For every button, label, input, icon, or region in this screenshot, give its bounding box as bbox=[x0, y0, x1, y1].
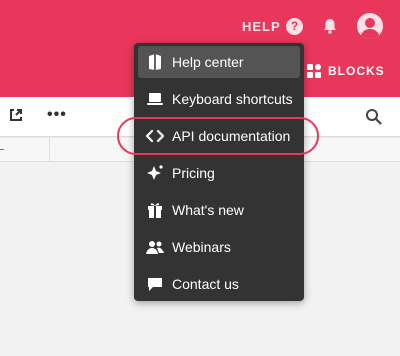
help-link[interactable]: HELP bbox=[242, 19, 281, 34]
chat-icon bbox=[144, 275, 166, 293]
blocks-icon bbox=[307, 64, 321, 78]
menu-item-webinars[interactable]: Webinars bbox=[138, 231, 300, 263]
menu-item-label: Webinars bbox=[172, 239, 231, 255]
menu-item-help-center[interactable]: Help center bbox=[138, 46, 300, 78]
avatar[interactable] bbox=[357, 13, 383, 39]
expand-icon[interactable] bbox=[8, 107, 24, 123]
blocks-button[interactable]: BLOCKS bbox=[306, 62, 385, 80]
blocks-label: BLOCKS bbox=[328, 64, 385, 78]
menu-item-whats-new[interactable]: What's new bbox=[138, 194, 300, 226]
users-icon bbox=[144, 238, 166, 256]
menu-item-contact-us[interactable]: Contact us bbox=[138, 268, 300, 300]
sparkle-icon bbox=[144, 164, 166, 182]
grid-column-divider bbox=[49, 138, 50, 162]
menu-item-label: Help center bbox=[172, 54, 244, 70]
menu-item-pricing[interactable]: Pricing bbox=[138, 157, 300, 189]
menu-item-keyboard-shortcuts[interactable]: Keyboard shortcuts bbox=[138, 83, 300, 115]
help-icon[interactable]: ? bbox=[286, 18, 303, 35]
help-menu: Help center Keyboard shortcuts API docum… bbox=[134, 43, 304, 301]
grid-tick bbox=[0, 149, 4, 150]
bell-icon[interactable] bbox=[321, 17, 339, 35]
more-icon[interactable]: ••• bbox=[47, 106, 67, 124]
search-icon[interactable] bbox=[365, 108, 382, 125]
menu-item-label: Contact us bbox=[172, 276, 239, 292]
user-icon bbox=[360, 18, 380, 39]
menu-item-label: What's new bbox=[172, 202, 244, 218]
menu-item-label: Pricing bbox=[172, 165, 215, 181]
menu-item-label: Keyboard shortcuts bbox=[172, 91, 293, 107]
book-icon bbox=[144, 53, 166, 71]
highlight-annotation bbox=[117, 117, 319, 155]
laptop-icon bbox=[144, 90, 166, 108]
gift-icon bbox=[144, 201, 166, 219]
